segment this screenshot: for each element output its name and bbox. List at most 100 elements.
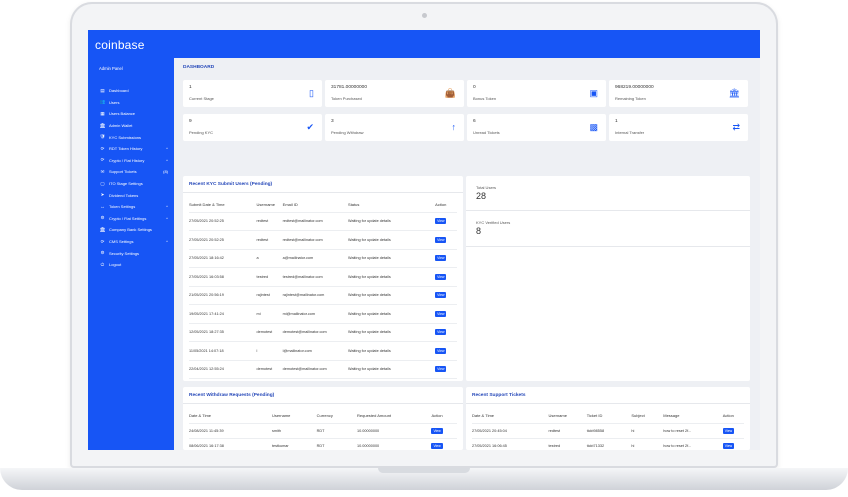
sidebar-item-icon: 🏛 — [99, 122, 106, 128]
withdraw-panel: Recent Withdraw Requests (Pending) Date … — [183, 387, 463, 450]
sidebar-item-icon: ✉ — [100, 168, 105, 174]
table-header-row: Submit Date & Time Username Email ID Status… — [189, 197, 457, 212]
stat-card-remaining-token: 968219.00000000 Remaining Token 🏛 — [609, 80, 748, 107]
kyc-verified-value: 8 — [476, 226, 482, 236]
table-header-row: Date & Time Username Ticket ID Subject Messa… — [472, 408, 744, 423]
column-header: Currency — [316, 412, 333, 418]
view-button[interactable]: View — [431, 442, 443, 449]
view-button[interactable]: View — [435, 255, 447, 262]
stat-label: Token Purchased — [331, 96, 362, 101]
sidebar-item-support-tickets[interactable]: ✉ Support Tickets (8) — [88, 166, 174, 178]
kyc-panel-title: Recent KYC Submit Users (Pending) — [189, 182, 273, 187]
sidebar-item-ito-stage-settings[interactable]: ▢ ITO Stage Settings — [88, 178, 174, 190]
sidebar-item-cms-settings[interactable]: ⟳ CMS Settings ^ — [88, 236, 174, 248]
view-button[interactable]: View — [722, 427, 735, 434]
stat-card-internal-transfer: 1 Internal Transfer ⇄ — [609, 114, 748, 141]
table-cell: View — [435, 360, 457, 379]
sidebar-item-label: Company Bank Settings — [109, 227, 152, 233]
table-cell: View — [435, 286, 457, 305]
view-button[interactable]: View — [435, 236, 447, 243]
sidebar-item-icon: 👥 — [99, 99, 106, 105]
page-title: DASHBOARD — [183, 65, 215, 70]
table-cell: l@mailinator.com — [282, 348, 312, 353]
divider — [183, 403, 463, 404]
stat-card-token-purchased: 31781.00000000 Token Purchased 👜 — [325, 80, 464, 107]
table-cell: 12/05/2021 18:27:35 — [189, 330, 224, 335]
total-users-value: 28 — [476, 191, 487, 201]
table-row: 19/05/2021 17:41:24 mi mi@mailinator.com Wa… — [189, 305, 457, 323]
sidebar-item-label: Crypto / Fiat Settings — [109, 215, 147, 221]
view-button[interactable]: View — [435, 292, 447, 299]
sidebar-item-indicator: ^ — [166, 146, 168, 152]
view-button[interactable]: View — [435, 273, 447, 280]
camera-dot — [422, 13, 427, 18]
sidebar-item-token-settings[interactable]: ↔ Token Settings ^ — [88, 201, 174, 213]
sidebar-item-security-settings[interactable]: ⚙ Security Settings — [88, 247, 174, 259]
table-cell: View — [722, 423, 744, 438]
stat-value: 0 — [473, 85, 476, 90]
table-cell: hi — [631, 443, 635, 448]
stat-icon: 🏛 — [728, 88, 740, 98]
table-cell: 08/06/2021 16:17:38 — [189, 443, 224, 448]
sidebar-item-icon: 🛡 — [99, 134, 106, 140]
table-cell: hi — [631, 428, 635, 433]
sidebar-item-kyc-submissions[interactable]: 🛡 KYC Submissions — [88, 131, 174, 143]
table-cell: rajintest@mailinator.com — [282, 293, 325, 298]
sidebar-item-dividend-tokens[interactable]: ➤ Dividend Tokens — [88, 189, 174, 201]
table-cell: RDT — [316, 428, 325, 433]
sidebar-item-admin-wallet[interactable]: 🏛 Admin Wallet — [88, 120, 174, 132]
stat-label: Bonus Token — [473, 96, 497, 101]
sidebar-item-users-balance[interactable]: ▦ Users Balance — [88, 108, 174, 120]
table-header-row: Date & Time Username Currency Requested Amo… — [189, 408, 457, 423]
table-row: 27/05/2021 20:52:25 redtest redtest@mailin… — [189, 231, 457, 249]
table-cell: Waiting for update details — [348, 256, 391, 261]
sidebar-item-label: Dashboard — [109, 88, 129, 94]
sidebar-item-icon: ⏻ — [100, 262, 105, 268]
table-cell: View — [435, 212, 457, 231]
stat-label: Internal Transfer — [615, 130, 645, 135]
stat-icon: ▣ — [589, 88, 598, 98]
sidebar-item-crypto-fiat-history[interactable]: ⟳ Crypto / Fiat History ^ — [88, 155, 174, 167]
sidebar-item-company-bank-settings[interactable]: 🏛 Company Bank Settings — [88, 224, 174, 236]
sidebar-item-crypto-fiat-settings[interactable]: ⚙ Crypto / Fiat Settings ^ — [88, 213, 174, 225]
table-cell: a@mailinator.com — [282, 256, 314, 261]
view-button[interactable]: View — [435, 310, 447, 317]
table-cell: demotest — [256, 330, 273, 335]
view-button[interactable]: View — [431, 427, 443, 434]
brand-logo[interactable]: coinbase — [95, 38, 145, 52]
table-cell: testred — [256, 274, 269, 279]
column-header: Email ID — [282, 201, 298, 207]
sidebar-item-icon: ➤ — [100, 192, 105, 198]
sidebar-item-dashboard[interactable]: ▤ Dashboard — [88, 85, 174, 97]
sidebar-item-logout[interactable]: ⏻ Logout — [88, 259, 174, 271]
laptop-mockup: coinbase Admin Panel ▤ Dashboard 👥 Users ▦ Us… — [0, 0, 848, 497]
divider — [466, 210, 750, 211]
column-header: Date & Time — [189, 412, 212, 418]
view-button[interactable]: View — [435, 218, 447, 225]
table-row: 24/08/2021 11:45:39 smith RDT 10.00000000 Vi… — [189, 423, 457, 438]
sidebar-item-label: ITO Stage Settings — [109, 181, 143, 187]
table-cell: mi — [256, 311, 261, 316]
table-cell: 19/05/2021 17:41:24 — [189, 311, 224, 316]
view-button[interactable]: View — [435, 366, 447, 373]
stat-value: 1 — [189, 85, 192, 90]
view-button[interactable]: View — [435, 329, 447, 336]
view-button[interactable]: View — [722, 442, 735, 449]
column-header: Username — [256, 201, 275, 207]
table-cell: redtest — [256, 237, 269, 242]
view-button[interactable]: View — [435, 347, 447, 354]
stat-icon: ↑ — [451, 122, 457, 132]
table-cell: 21/05/2021 20:56:19 — [189, 293, 224, 298]
table-cell: demotest — [256, 367, 273, 372]
laptop-base-notch — [378, 468, 470, 473]
sidebar-item-users[interactable]: 👥 Users — [88, 97, 174, 109]
stat-label: Unread Tickets — [473, 130, 500, 135]
sidebar-item-rdt-token-history[interactable]: ⟳ RDT Token History ^ — [88, 143, 174, 155]
sidebar-item-icon: ⚙ — [100, 215, 105, 221]
stat-value: 1 — [615, 119, 618, 124]
table-row: 22/04/2021 12:55:24 demotest demotest@mail… — [189, 360, 457, 379]
table-cell: redtest@mailinator.com — [282, 219, 323, 224]
stat-value: 6 — [473, 119, 476, 124]
table-cell: View — [722, 438, 744, 450]
stat-value: 3 — [331, 119, 334, 124]
